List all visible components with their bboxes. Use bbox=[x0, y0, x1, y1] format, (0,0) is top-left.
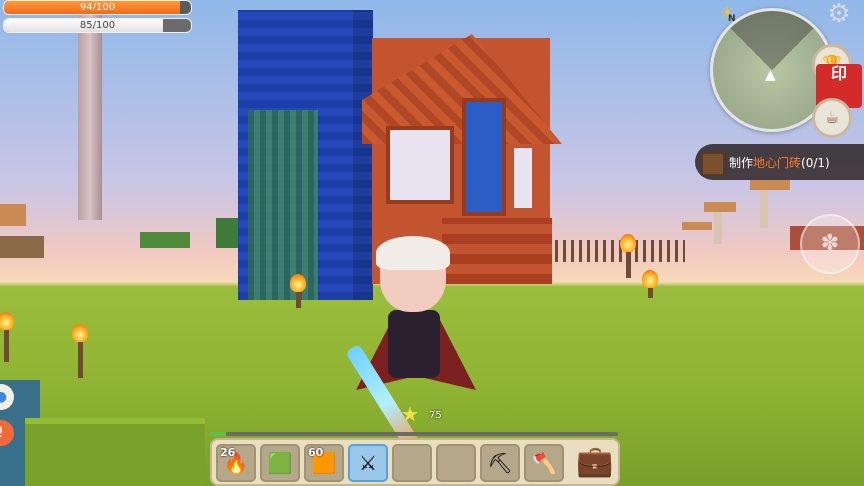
distant-mushroom-tree bbox=[682, 222, 712, 230]
pickaxe-icon: ⛏ bbox=[487, 451, 513, 475]
goblet-icon: ☕ bbox=[824, 108, 840, 127]
task-prefix: 制作 bbox=[729, 156, 754, 170]
craft-button[interactable]: ☕ bbox=[812, 98, 852, 138]
torch bbox=[642, 270, 658, 298]
hotbar-slot[interactable]: 🟩 bbox=[260, 444, 300, 482]
jump-button[interactable]: ✽ bbox=[800, 214, 860, 274]
stamp-logo-icon: 印 bbox=[830, 64, 847, 83]
distant-mushroom-stem bbox=[714, 212, 722, 244]
slot-count: 60 bbox=[308, 446, 324, 459]
brick-block-icon bbox=[701, 152, 725, 176]
level-badge: ★ 75 bbox=[401, 402, 442, 426]
hotbar-slot[interactable] bbox=[392, 444, 432, 482]
health-bar: 94/100 bbox=[3, 0, 192, 15]
character-body bbox=[388, 310, 440, 378]
player-character bbox=[340, 236, 490, 463]
character-hair bbox=[376, 236, 450, 270]
grass-block-icon: 🟩 bbox=[267, 451, 293, 475]
house-window bbox=[386, 126, 454, 204]
house-window bbox=[462, 98, 506, 216]
distant-bush bbox=[216, 218, 238, 248]
hotbar-slot[interactable]: ⚔ bbox=[348, 444, 388, 482]
house-window bbox=[514, 148, 532, 208]
hunger-bar: 85/100 bbox=[3, 18, 192, 33]
vines bbox=[248, 110, 318, 300]
hotbar-slot[interactable]: 🟧 60 bbox=[304, 444, 344, 482]
hotbar-slot[interactable]: 🪓 bbox=[524, 444, 564, 482]
chat-icon: ● bbox=[0, 389, 8, 405]
torch bbox=[72, 324, 88, 378]
distant-mushroom-tree bbox=[704, 202, 736, 212]
star-icon: ★ bbox=[401, 402, 419, 426]
health-label: 94/100 bbox=[79, 2, 116, 13]
alert-icon: ! bbox=[0, 425, 4, 441]
hunger-label: 85/100 bbox=[79, 20, 116, 31]
level-label: 75 bbox=[429, 410, 442, 421]
distant-block bbox=[0, 236, 44, 258]
stone-pillar bbox=[78, 0, 102, 220]
hotbar-slot[interactable]: ⛏ bbox=[480, 444, 520, 482]
axe-icon: 🪓 bbox=[531, 451, 557, 475]
slot-count: 26 bbox=[220, 446, 236, 459]
distant-mushroom-tree bbox=[750, 180, 790, 190]
task-item: 地心门砖 bbox=[753, 156, 802, 170]
torch bbox=[620, 234, 636, 278]
experience-fill bbox=[210, 432, 227, 436]
north-indicator: N bbox=[728, 14, 736, 24]
backpack-icon[interactable]: 💼 bbox=[570, 440, 620, 484]
distant-tree bbox=[0, 204, 26, 226]
torch bbox=[290, 274, 306, 308]
task-text: 制作地心门砖(0/1) bbox=[729, 154, 830, 171]
hotbar-slot[interactable] bbox=[436, 444, 476, 482]
crystal-sword-icon: ⚔ bbox=[359, 451, 377, 475]
hotbar: 🔥 26 🟩 🟧 60 ⚔ ⛏ 🪓 bbox=[210, 438, 620, 486]
distant-bush bbox=[140, 232, 190, 248]
task-panel[interactable]: 制作地心门砖(0/1) bbox=[695, 144, 864, 180]
distant-mushroom-stem bbox=[760, 190, 768, 228]
hotbar-slot[interactable]: 🔥 26 bbox=[216, 444, 256, 482]
gear-icon[interactable]: ⚙ bbox=[820, 0, 858, 30]
task-progress: (0/1) bbox=[801, 156, 830, 170]
player-marker-icon: ▲ bbox=[765, 67, 776, 83]
experience-bar bbox=[210, 432, 618, 436]
grass-block bbox=[25, 418, 205, 486]
pet-icon: ✽ bbox=[820, 231, 840, 256]
torch bbox=[0, 312, 14, 362]
